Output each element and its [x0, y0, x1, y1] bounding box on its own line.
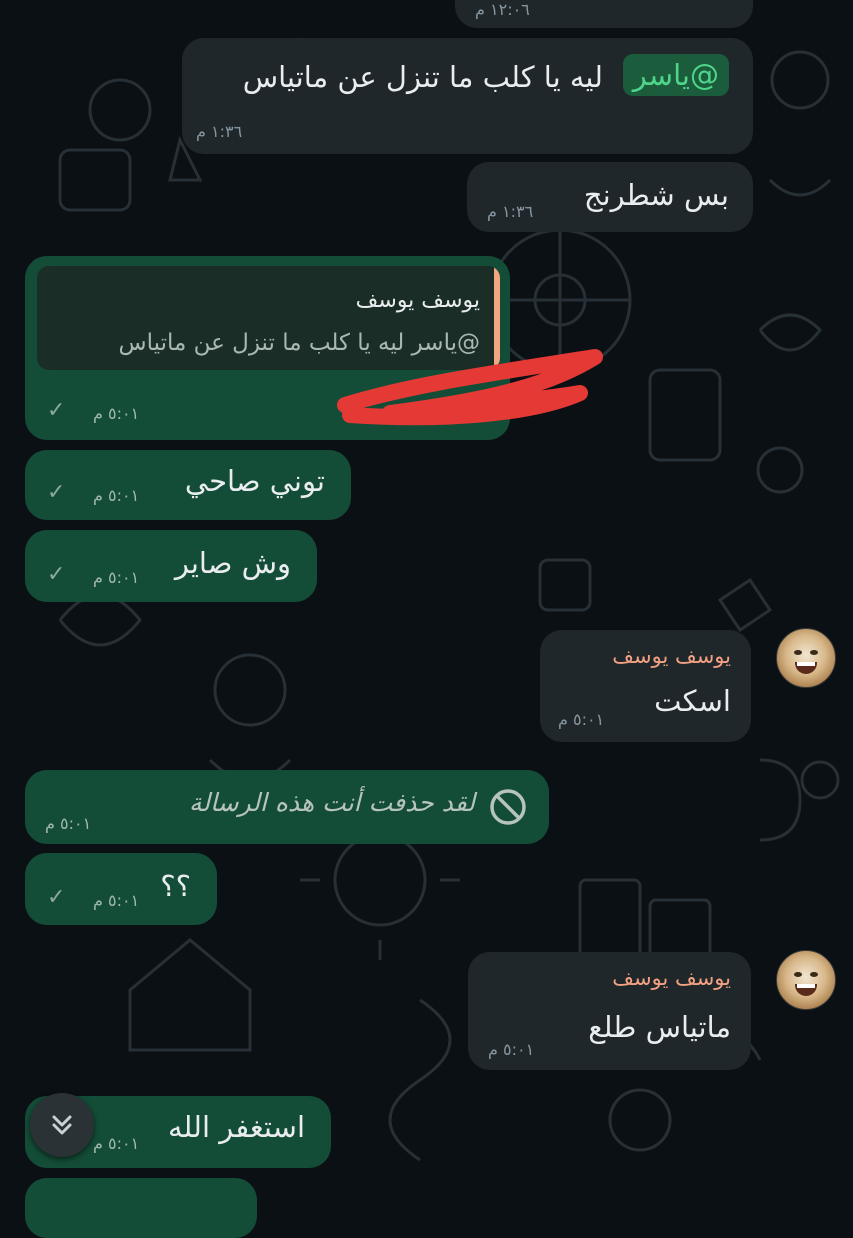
message-time: ٥:٠١ م [93, 404, 140, 423]
message-bubble-incoming[interactable]: يوسف يوسف ماتياس طلع ٥:٠١ م [468, 952, 751, 1070]
read-tick-icon: ✓ [47, 398, 66, 423]
read-tick-icon: ✓ [47, 480, 66, 505]
message-bubble-outgoing[interactable] [25, 1178, 257, 1238]
message-time: ١:٣٦ م [196, 122, 243, 141]
message-text: استغفر الله [167, 1110, 305, 1144]
message-text: ماتياس طلع [588, 1010, 731, 1044]
message-text: وش صاير [174, 546, 291, 580]
quote-sender-name: يوسف يوسف [355, 288, 480, 313]
message-bubble-incoming[interactable]: ١٢:٠٦ م [455, 0, 753, 28]
message-bubble-incoming[interactable]: @ياسر ليه يا كلب ما تنزل عن ماتياس ١:٣٦ … [182, 38, 753, 154]
message-text: ليه يا كلب ما تنزل عن ماتياس [242, 60, 603, 94]
avatar-eye [810, 650, 818, 655]
message-bubble-outgoing-deleted[interactable]: لقد حذفت أنت هذه الرسالة ٥:٠١ م [25, 770, 549, 844]
double-chevron-down-icon [52, 1115, 72, 1135]
avatar-eye [794, 650, 802, 655]
message-text: ؟؟ [160, 869, 191, 903]
message-text: اسكت [654, 684, 731, 718]
scroll-to-bottom-button[interactable] [30, 1093, 94, 1157]
message-time: ٥:٠١ م [93, 1134, 140, 1153]
sender-avatar[interactable] [776, 628, 836, 688]
redaction-scribble [337, 349, 603, 426]
message-bubble-outgoing[interactable]: ؟؟ ٥:٠١ م ✓ [25, 853, 217, 925]
mention-tag[interactable]: @ياسر [622, 54, 729, 96]
block-icon [490, 789, 526, 825]
message-bubble-incoming[interactable]: يوسف يوسف اسكت ٥:٠١ م [540, 630, 751, 742]
read-tick-icon: ✓ [47, 885, 66, 910]
message-bubble-incoming[interactable]: بس شطرنج ١:٣٦ م [467, 162, 753, 232]
message-bubble-outgoing[interactable]: توني صاحي ٥:٠١ م ✓ [25, 450, 351, 520]
sender-avatar[interactable] [776, 950, 836, 1010]
message-time: ٥:٠١ م [488, 1040, 535, 1059]
sender-name[interactable]: يوسف يوسف [612, 966, 731, 990]
message-time: ٥:٠١ م [93, 486, 140, 505]
message-time: ١٢:٠٦ م [475, 0, 530, 19]
message-text: بس شطرنج [583, 178, 729, 212]
message-text: توني صاحي [184, 464, 325, 498]
message-time: ٥:٠١ م [558, 710, 605, 729]
avatar-eye [794, 972, 802, 977]
deleted-message-text: لقد حذفت أنت هذه الرسالة [188, 788, 475, 817]
avatar-teeth [797, 662, 815, 666]
avatar-eye [810, 972, 818, 977]
read-tick-icon: ✓ [47, 562, 66, 587]
message-time: ٥:٠١ م [45, 814, 92, 833]
message-time: ١:٣٦ م [487, 202, 534, 221]
message-time: ٥:٠١ م [93, 568, 140, 587]
sender-name[interactable]: يوسف يوسف [612, 644, 731, 668]
message-time: ٥:٠١ م [93, 891, 140, 910]
message-bubble-outgoing[interactable]: وش صاير ٥:٠١ م ✓ [25, 530, 317, 602]
avatar-teeth [797, 984, 815, 988]
